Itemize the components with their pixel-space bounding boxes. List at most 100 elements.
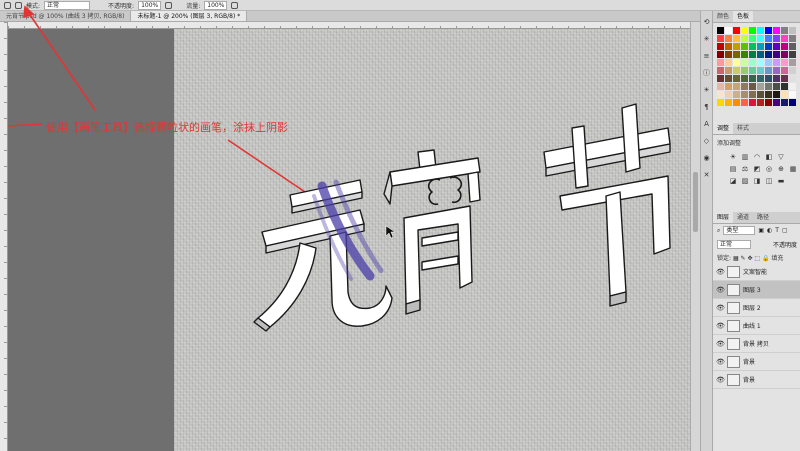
color-swatch[interactable] [781,59,788,66]
eye-icon[interactable]: 👁 [716,268,725,276]
curves-icon[interactable]: ◠ [753,153,761,161]
blend-mode-select[interactable]: 正常 [717,240,751,249]
color-swatch[interactable] [789,27,796,34]
color-swatch[interactable] [717,75,724,82]
color-swatch[interactable] [765,35,772,42]
color-swatch[interactable] [741,51,748,58]
properties-icon[interactable]: ≡ [703,53,710,60]
color-swatch[interactable] [757,51,764,58]
color-swatch[interactable] [725,27,732,34]
color-swatch[interactable] [733,83,740,90]
tab-adjustments[interactable]: 调整 [713,123,734,134]
tab-document-1[interactable]: 元宵节.psd @ 100% (曲线 3 拷贝, RGB/8) [0,11,132,21]
color-swatch[interactable] [749,99,756,106]
color-swatch[interactable] [773,67,780,74]
color-swatch[interactable] [741,27,748,34]
paragraph-icon[interactable]: ¶ [703,104,710,111]
gradient-map-icon[interactable]: ▬ [777,177,785,185]
color-swatch[interactable] [765,27,772,34]
info-icon[interactable]: ⓘ [703,70,710,77]
color-swatch[interactable] [773,35,780,42]
color-swatch[interactable] [725,99,732,106]
color-swatch[interactable] [781,27,788,34]
color-swatch[interactable] [725,35,732,42]
layer-row[interactable]: 👁 背景 [713,371,800,389]
lookup-icon[interactable]: ▦ [789,165,797,173]
color-swatch[interactable] [733,59,740,66]
color-swatch[interactable] [781,51,788,58]
mode-select[interactable]: 正常 [44,0,91,10]
color-swatch[interactable] [757,83,764,90]
eye-icon[interactable]: 👁 [716,286,725,294]
filter-pixel-icon[interactable]: ▣ [758,227,764,234]
color-swatch[interactable] [757,35,764,42]
color-swatch[interactable] [717,27,724,34]
color-swatch[interactable] [741,99,748,106]
color-swatch[interactable] [717,51,724,58]
color-swatch[interactable] [733,35,740,42]
color-swatch[interactable] [717,59,724,66]
levels-icon[interactable]: ▥ [741,153,749,161]
airbrush-icon[interactable] [231,1,239,9]
color-swatch[interactable] [757,91,764,98]
color-swatch[interactable] [773,75,780,82]
channels-icon[interactable]: ◉ [703,155,710,162]
opacity-input[interactable]: 100% [138,0,162,10]
color-swatch[interactable] [773,27,780,34]
tab-channels[interactable]: 通道 [733,212,753,223]
filter-adjust-icon[interactable]: ◐ [767,227,772,234]
color-swatch[interactable] [789,43,796,50]
color-swatch[interactable] [749,91,756,98]
color-swatch[interactable] [725,75,732,82]
eye-icon[interactable]: 👁 [716,376,725,384]
color-swatch[interactable] [749,83,756,90]
color-swatch[interactable] [725,83,732,90]
color-swatch[interactable] [789,59,796,66]
color-swatch[interactable] [765,51,772,58]
color-swatch[interactable] [781,35,788,42]
eye-icon[interactable]: 👁 [716,322,725,330]
color-swatch[interactable] [741,83,748,90]
color-swatch[interactable] [749,35,756,42]
brush-settings-icon[interactable] [15,1,22,9]
color-swatch[interactable] [749,43,756,50]
layer-row[interactable]: 👁 图层 3 [713,281,800,299]
color-swatch[interactable] [789,91,796,98]
color-swatch[interactable] [733,27,740,34]
color-balance-icon[interactable]: ⚖ [741,165,749,173]
eye-icon[interactable]: 👁 [716,304,725,312]
brush-panel-icon[interactable]: ✳ [703,36,710,43]
vertical-scrollbar[interactable] [690,22,700,451]
color-swatch[interactable] [741,75,748,82]
color-swatch[interactable] [733,75,740,82]
color-swatch[interactable] [765,99,772,106]
color-swatch[interactable] [789,67,796,74]
color-swatch[interactable] [773,59,780,66]
color-swatch[interactable] [781,83,788,90]
eye-icon[interactable]: 👁 [716,340,725,348]
color-swatch[interactable] [717,99,724,106]
brush-preset-icon[interactable] [4,1,11,9]
color-swatch[interactable] [733,67,740,74]
color-swatch[interactable] [765,59,772,66]
filter-shape-icon[interactable]: ▢ [782,227,788,234]
color-swatch[interactable] [749,51,756,58]
hue-icon[interactable]: ▤ [729,165,737,173]
color-swatch[interactable] [749,75,756,82]
color-swatch[interactable] [741,67,748,74]
color-swatch[interactable] [725,51,732,58]
layer-row[interactable]: 👁 背景 拷贝 [713,335,800,353]
color-swatch[interactable] [781,43,788,50]
eye-icon[interactable]: 👁 [716,358,725,366]
tab-swatches[interactable]: 色板 [733,11,754,22]
paths-icon[interactable]: ◇ [703,138,710,145]
tab-document-2[interactable]: 未标题-1 @ 200% (图层 3, RGB/8) * [131,11,248,21]
channel-mixer-icon[interactable]: ⊕ [777,165,785,173]
color-swatch[interactable] [749,67,756,74]
color-swatch[interactable] [741,35,748,42]
tab-paths[interactable]: 路径 [753,212,773,223]
color-swatch[interactable] [765,83,772,90]
color-swatch[interactable] [741,91,748,98]
color-swatch[interactable] [773,91,780,98]
layer-row[interactable]: 👁 图层 2 [713,299,800,317]
